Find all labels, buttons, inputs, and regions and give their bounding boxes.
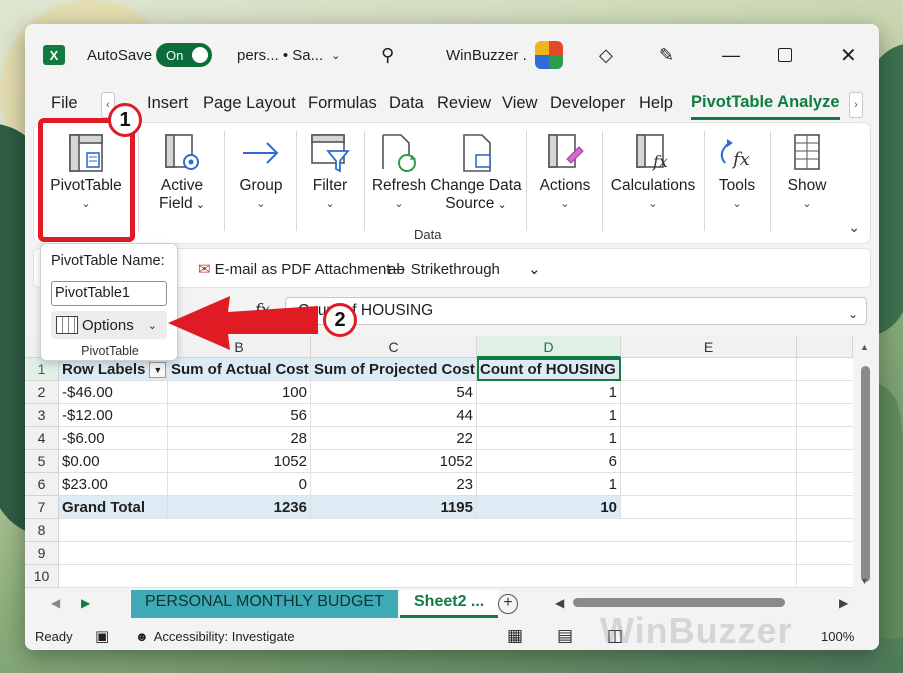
watermark: WinBuzzer <box>600 610 793 651</box>
annotation-arrow <box>168 296 318 350</box>
annotation-badge-2: 2 <box>323 303 357 337</box>
annotation-badge-1: 1 <box>108 103 142 137</box>
